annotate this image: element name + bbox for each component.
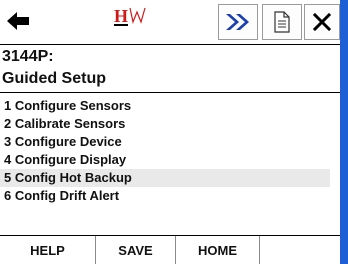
double-chevron-right-icon [226,14,249,30]
page-title: Guided Setup [2,70,106,87]
home-button[interactable]: HOME [176,236,260,264]
document-button[interactable] [262,4,302,40]
menu-item-configure-device[interactable]: 3 Configure Device [0,133,330,151]
hw-logo: H [112,4,172,38]
toolbar-divider [0,44,340,45]
menu-item-configure-display[interactable]: 4 Configure Display [0,151,330,169]
device-tag: 3144P: [2,48,54,65]
menu-list: 1 Configure Sensors 2 Calibrate Sensors … [0,96,330,205]
softkey-bar: HELP SAVE HOME [0,236,340,264]
save-button[interactable]: SAVE [96,236,176,264]
menu-item-calibrate-sensors[interactable]: 2 Calibrate Sensors [0,115,330,133]
help-button[interactable]: HELP [0,236,96,264]
menu-item-configure-sensors[interactable]: 1 Configure Sensors [0,97,330,115]
close-button[interactable] [304,4,340,40]
forward-button[interactable] [218,4,258,40]
arrow-left-icon [7,12,29,30]
close-icon [312,12,332,32]
menu-item-config-hot-backup[interactable]: 5 Config Hot Backup [0,169,330,187]
back-button[interactable] [4,6,32,36]
app-panel: H 3144P: Guided Setup 1 Configure Sensor… [0,0,340,264]
toolbar: H [0,0,340,44]
title-divider [0,92,340,93]
document-icon [274,11,290,33]
menu-item-config-drift-alert[interactable]: 6 Config Drift Alert [0,187,330,205]
svg-text:H: H [114,6,128,26]
